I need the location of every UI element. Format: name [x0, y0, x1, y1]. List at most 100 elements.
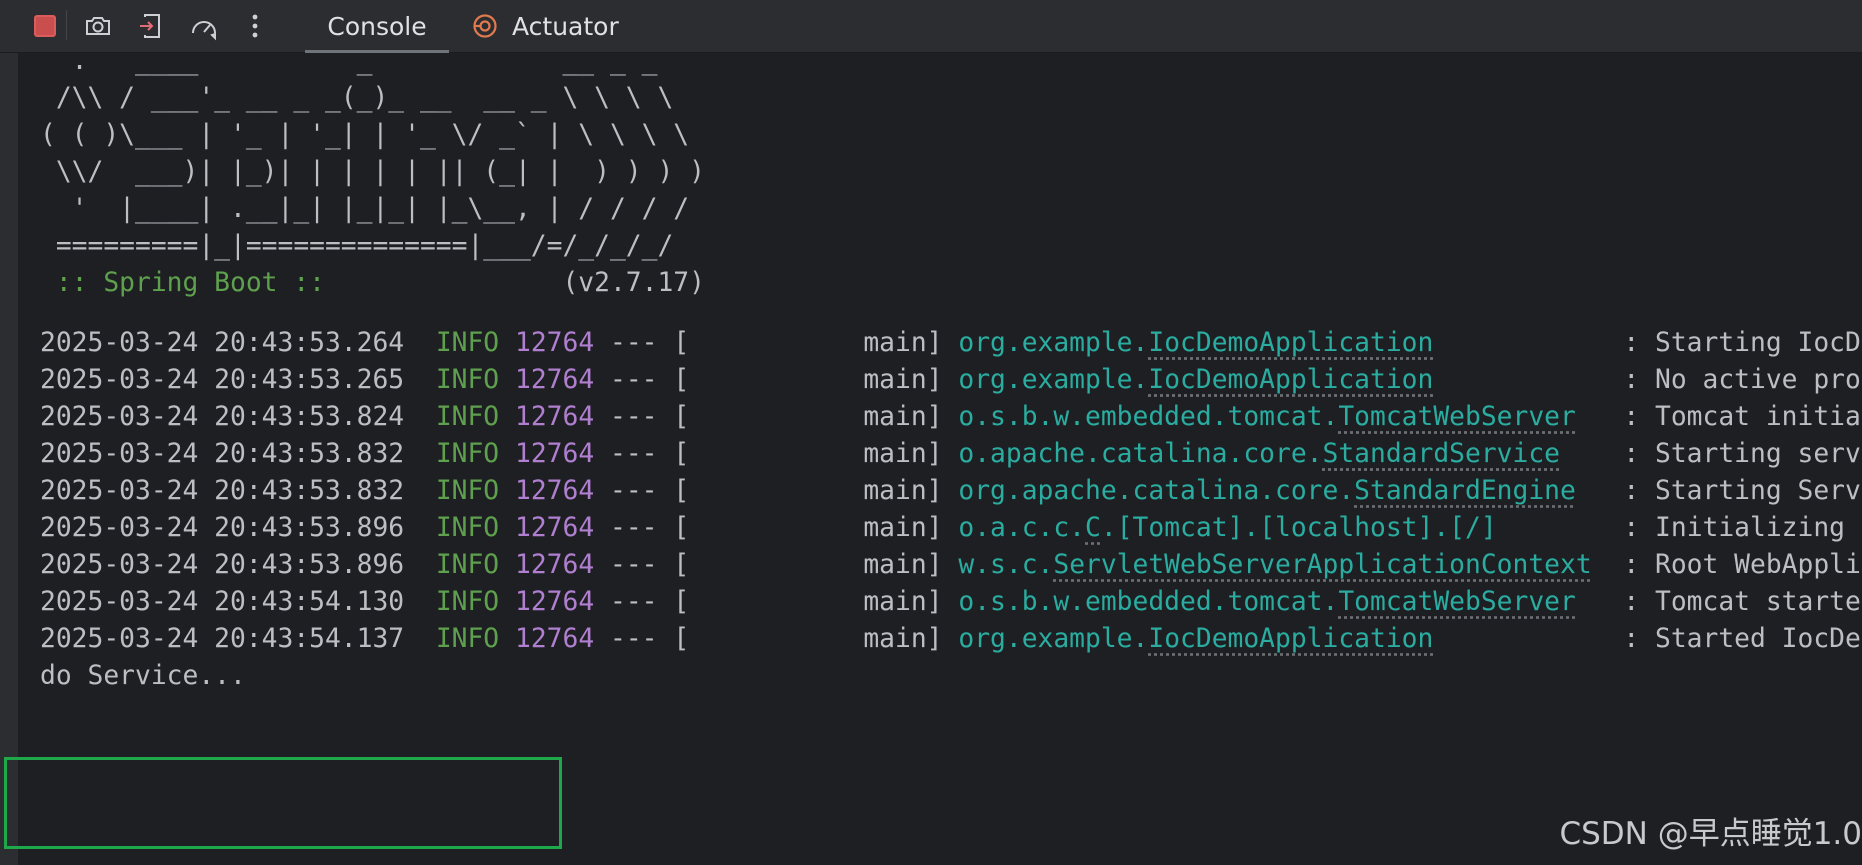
- log-thread: main]: [689, 550, 943, 580]
- log-padding: [1497, 513, 1608, 543]
- logger-name[interactable]: org.example.IocDemoApplication: [958, 328, 1433, 358]
- log-pid: 12764: [515, 513, 595, 543]
- log-level: INFO: [435, 328, 500, 358]
- logger-class-link[interactable]: StandardEngine: [1354, 476, 1576, 506]
- more-vertical-icon: [252, 14, 258, 38]
- log-pid: 12764: [515, 476, 595, 506]
- log-level: INFO: [435, 550, 500, 580]
- logger-package: org.example.: [958, 365, 1149, 395]
- actuator-icon: [473, 14, 497, 38]
- log-padding: [1576, 476, 1608, 506]
- log-padding: [1433, 328, 1607, 358]
- logger-name[interactable]: org.apache.catalina.core.StandardEngine: [958, 476, 1575, 506]
- log-level: INFO: [435, 587, 500, 617]
- logger-name[interactable]: org.example.IocDemoApplication: [958, 365, 1433, 395]
- log-message: : Tomcat initia: [1623, 402, 1861, 432]
- log-message: : Starting Serv: [1623, 476, 1861, 506]
- log-message: : Starting IocD: [1623, 328, 1861, 358]
- log-timestamp: 2025-03-24 20:43:53.896: [40, 513, 405, 543]
- log-thread: main]: [689, 328, 943, 358]
- log-level: INFO: [435, 402, 500, 432]
- logger-package: o.s.b.w.embedded.tomcat.: [958, 587, 1339, 617]
- log-pid: 12764: [515, 328, 595, 358]
- log-message: : Tomcat starte: [1623, 587, 1861, 617]
- log-thread: main]: [689, 513, 943, 543]
- logger-package: o.apache.catalina.core.: [958, 439, 1323, 469]
- logger-name[interactable]: o.apache.catalina.core.StandardService: [958, 439, 1560, 469]
- logger-name[interactable]: o.s.b.w.embedded.tomcat.TomcatWebServer: [958, 587, 1575, 617]
- log-separator: --- [: [610, 476, 690, 506]
- logger-name[interactable]: org.example.IocDemoApplication: [958, 624, 1433, 654]
- log-level: INFO: [435, 476, 500, 506]
- spring-boot-version: (v2.7.17): [562, 268, 705, 298]
- log-timestamp: 2025-03-24 20:43:54.137: [40, 624, 405, 654]
- logger-class-link[interactable]: IocDemoApplication: [1148, 328, 1433, 358]
- logger-class-link[interactable]: TomcatWebServer: [1338, 587, 1575, 617]
- logger-name[interactable]: o.a.c.c.C.[Tomcat].[localhost].[/]: [958, 513, 1496, 543]
- log-separator: --- [: [610, 328, 690, 358]
- log-level: INFO: [435, 513, 500, 543]
- log-thread: main]: [689, 365, 943, 395]
- logger-class-link[interactable]: ServletWebServerApplicationContext: [1053, 550, 1591, 580]
- log-pid: 12764: [515, 624, 595, 654]
- log-padding: [1576, 587, 1608, 617]
- log-pid: 12764: [515, 587, 595, 617]
- speedometer-icon: [192, 21, 216, 41]
- logger-suffix: .[Tomcat].[localhost].[/]: [1100, 513, 1497, 543]
- log-message: : Root WebAppli: [1623, 550, 1861, 580]
- log-thread: main]: [689, 624, 943, 654]
- log-message: : Starting serv: [1623, 439, 1861, 469]
- spring-boot-label: :: Spring Boot ::: [40, 268, 325, 298]
- logger-class-link[interactable]: IocDemoApplication: [1148, 365, 1433, 395]
- toolbar-divider: [66, 10, 67, 40]
- log-timestamp: 2025-03-24 20:43:54.130: [40, 587, 405, 617]
- logger-package: o.a.c.c.: [958, 513, 1086, 543]
- log-padding: [1560, 439, 1608, 469]
- log-padding: [1433, 365, 1607, 395]
- logger-package: o.s.b.w.embedded.tomcat.: [958, 402, 1339, 432]
- console-output[interactable]: . ____ _ __ _ _ /\\ / ___'_ __ _ _(_)_ _…: [0, 46, 1862, 865]
- log-timestamp: 2025-03-24 20:43:53.824: [40, 402, 405, 432]
- log-message: : No active pro: [1623, 365, 1861, 395]
- log-message: : Started IocDe: [1623, 624, 1861, 654]
- log-separator: --- [: [610, 587, 690, 617]
- log-timestamp: 2025-03-24 20:43:53.264: [40, 328, 405, 358]
- log-thread: main]: [689, 439, 943, 469]
- logger-package: org.apache.catalina.core.: [958, 476, 1355, 506]
- logger-package: org.example.: [958, 328, 1149, 358]
- log-padding: [1433, 624, 1607, 654]
- exit-icon: [140, 14, 160, 38]
- log-separator: --- [: [610, 439, 690, 469]
- stop-icon: [34, 15, 56, 37]
- log-thread: main]: [689, 476, 943, 506]
- log-separator: --- [: [610, 365, 690, 395]
- log-pid: 12764: [515, 550, 595, 580]
- logger-class-link[interactable]: IocDemoApplication: [1148, 624, 1433, 654]
- log-level: INFO: [435, 365, 500, 395]
- logger-name[interactable]: o.s.b.w.embedded.tomcat.TomcatWebServer: [958, 402, 1575, 432]
- log-pid: 12764: [515, 402, 595, 432]
- console-gutter: [0, 53, 18, 865]
- logger-name[interactable]: w.s.c.ServletWebServerApplicationContext: [958, 550, 1591, 580]
- logger-class-link[interactable]: C: [1085, 513, 1101, 543]
- log-timestamp: 2025-03-24 20:43:53.265: [40, 365, 405, 395]
- logger-package: org.example.: [958, 624, 1149, 654]
- log-padding: [1576, 402, 1608, 432]
- log-timestamp: 2025-03-24 20:43:53.832: [40, 476, 405, 506]
- logger-class-link[interactable]: StandardService: [1323, 439, 1560, 469]
- log-separator: --- [: [610, 402, 690, 432]
- output-line: do Service...: [40, 661, 246, 691]
- log-pid: 12764: [515, 439, 595, 469]
- log-level: INFO: [435, 439, 500, 469]
- log-padding: [1592, 550, 1608, 580]
- camera-icon: [86, 17, 110, 35]
- logger-class-link[interactable]: TomcatWebServer: [1338, 402, 1575, 432]
- log-timestamp: 2025-03-24 20:43:53.832: [40, 439, 405, 469]
- tab-actuator-label: Actuator: [512, 11, 619, 41]
- log-separator: --- [: [610, 550, 690, 580]
- log-pid: 12764: [515, 365, 595, 395]
- log-separator: --- [: [610, 624, 690, 654]
- log-thread: main]: [689, 587, 943, 617]
- log-timestamp: 2025-03-24 20:43:53.896: [40, 550, 405, 580]
- spring-boot-version-line: :: Spring Boot :: (v2.7.17): [40, 261, 705, 305]
